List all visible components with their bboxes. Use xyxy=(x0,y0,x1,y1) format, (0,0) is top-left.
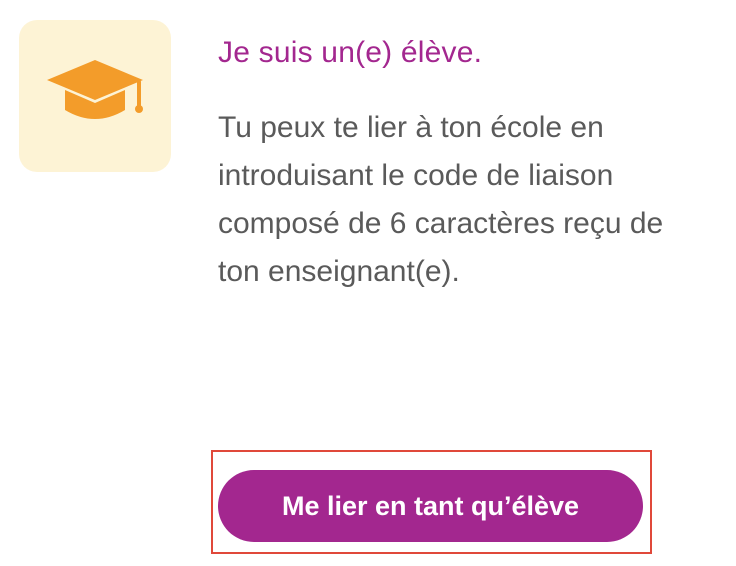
icon-tile xyxy=(19,20,171,172)
graduation-cap-icon xyxy=(43,56,147,136)
card-title: Je suis un(e) élève. xyxy=(218,36,483,69)
card-description: Tu peux te lier à ton école en introduis… xyxy=(218,111,664,288)
student-link-card: Je suis un(e) élève. Tu peux te lier à t… xyxy=(0,0,736,566)
link-as-student-button[interactable]: Me lier en tant qu’élève xyxy=(218,470,643,542)
